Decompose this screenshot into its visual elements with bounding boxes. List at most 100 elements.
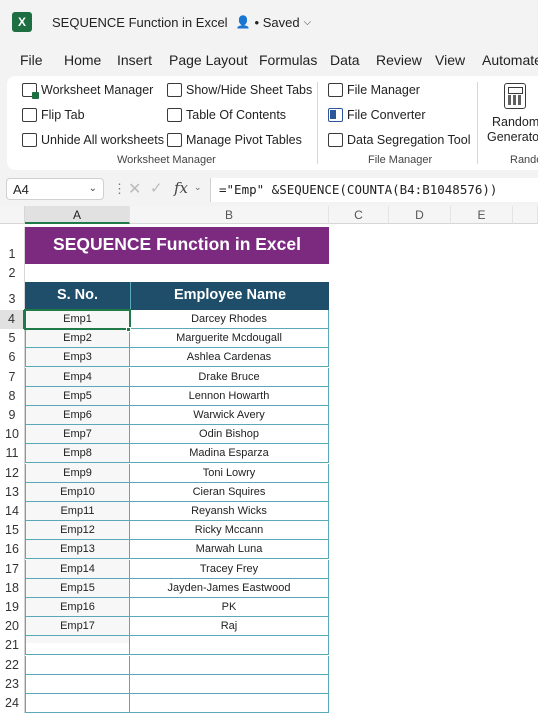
show-hide-sheet-tabs-button[interactable]: Show/Hide Sheet Tabs	[167, 83, 312, 97]
manage-pivot-tables-button[interactable]: Manage Pivot Tables	[167, 133, 302, 147]
cell-s-no[interactable]: Emp1	[24, 309, 131, 330]
flip-tab-button[interactable]: Flip Tab	[22, 108, 85, 122]
menu-review[interactable]: Review	[376, 52, 422, 68]
row-header[interactable]: 16	[0, 540, 25, 560]
cell-employee-name[interactable]: Reyansh Wicks	[130, 502, 329, 521]
select-all-corner[interactable]	[0, 206, 25, 224]
row-header[interactable]: 22	[0, 655, 25, 675]
cell-employee-name[interactable]: Marguerite Mcdougall	[130, 329, 329, 349]
cell-employee-name[interactable]: Drake Bruce	[130, 367, 329, 387]
cell-employee-name[interactable]	[130, 655, 329, 675]
menu-file[interactable]: File	[20, 52, 43, 68]
cell-s-no[interactable]: Emp9	[25, 463, 130, 483]
row-header[interactable]: 12	[0, 463, 25, 483]
row-header[interactable]: 15	[0, 521, 25, 541]
cell-employee-name[interactable]	[130, 694, 329, 713]
cell-employee-name[interactable]: Cieran Squires	[130, 482, 329, 502]
cell-s-no[interactable]: Emp7	[25, 425, 130, 445]
menu-home[interactable]: Home	[64, 52, 101, 68]
chevron-down-icon[interactable]: ⌄	[194, 182, 202, 193]
cell-employee-name[interactable]: Toni Lowry	[130, 463, 329, 483]
table-of-contents-button[interactable]: Table Of Contents	[167, 108, 286, 122]
cell-s-no[interactable]: Emp11	[25, 502, 130, 521]
cell-employee-name[interactable]: Ricky Mccann	[130, 521, 329, 541]
row-header[interactable]: 13	[0, 482, 25, 502]
cell-employee-name[interactable]: Tracey Frey	[130, 559, 329, 579]
cell-s-no[interactable]: Emp12	[25, 521, 130, 541]
row-header[interactable]: 3	[0, 282, 25, 310]
fill-handle[interactable]	[126, 327, 131, 332]
row-header[interactable]: 2	[0, 264, 25, 282]
cell-s-no[interactable]	[25, 655, 130, 675]
name-box[interactable]: A4 ⌄	[6, 178, 104, 200]
row-header[interactable]: 14	[0, 502, 25, 522]
cell-s-no[interactable]: Emp3	[25, 348, 130, 368]
chevron-down-icon[interactable]: ⌵	[304, 17, 312, 28]
sheet-title-cell[interactable]: SEQUENCE Function in Excel	[25, 227, 329, 264]
menu-data[interactable]: Data	[330, 52, 360, 68]
row-header[interactable]: 23	[0, 674, 25, 694]
row-header[interactable]: 7	[0, 367, 25, 387]
cell-employee-name[interactable]: Ashlea Cardenas	[130, 348, 329, 368]
file-manager-button[interactable]: File Manager	[328, 83, 420, 97]
row-header[interactable]: 5	[0, 329, 25, 349]
cell-employee-name[interactable]: Raj	[130, 617, 329, 637]
menu-automate[interactable]: Automate	[482, 52, 538, 68]
cell-s-no[interactable]	[25, 636, 130, 656]
menu-page-layout[interactable]: Page Layout	[169, 52, 248, 68]
file-converter-button[interactable]: File Converter	[328, 108, 426, 122]
column-header-d[interactable]: D	[389, 206, 451, 224]
save-status[interactable]: • Saved	[255, 15, 300, 30]
cell-s-no[interactable]: Emp5	[25, 386, 130, 406]
column-header-f[interactable]	[513, 206, 538, 224]
row-header[interactable]: 10	[0, 425, 25, 445]
cell-employee-name[interactable]: Lennon Howarth	[130, 386, 329, 406]
data-segregation-tool-button[interactable]: Data Segregation Tool	[328, 133, 470, 147]
worksheet-manager-button[interactable]: Worksheet Manager	[22, 83, 153, 99]
spreadsheet-grid[interactable]: A B C D E SEQUENCE Function in Excel S. …	[0, 206, 538, 720]
cell-s-no[interactable]	[25, 674, 130, 694]
row-header[interactable]: 24	[0, 694, 25, 714]
chevron-down-icon[interactable]: ⌄	[89, 183, 97, 194]
column-header-b[interactable]: B	[130, 206, 329, 224]
column-header-a[interactable]: A	[25, 206, 130, 224]
row-header[interactable]: 21	[0, 636, 25, 656]
cell-s-no[interactable]: Emp2	[25, 329, 130, 349]
cell-employee-name[interactable]: Warwick Avery	[130, 406, 329, 425]
cell-employee-name[interactable]: Jayden-James Eastwood	[130, 578, 329, 598]
cell-employee-name[interactable]: Darcey Rhodes	[130, 310, 329, 329]
cell-employee-name[interactable]: Marwah Luna	[130, 540, 329, 560]
cell-s-no[interactable]: Emp17	[25, 617, 130, 637]
more-options-icon[interactable]: ⋮	[113, 181, 126, 197]
document-title[interactable]: SEQUENCE Function in Excel	[52, 15, 228, 30]
cell-s-no[interactable]: Emp14	[25, 559, 130, 579]
row-header[interactable]: 17	[0, 559, 25, 579]
cell-s-no[interactable]: Emp16	[25, 598, 130, 617]
row-header[interactable]: 1	[0, 227, 25, 264]
row-header[interactable]: 20	[0, 617, 25, 637]
cell-employee-name[interactable]	[130, 636, 329, 656]
cancel-icon[interactable]: ✕	[128, 179, 141, 199]
formula-input[interactable]: ="Emp" &SEQUENCE(COUNTA(B4:B1048576))	[210, 178, 538, 202]
cell-s-no[interactable]: Emp15	[25, 578, 130, 598]
unhide-all-worksheets-button[interactable]: Unhide All worksheets	[22, 133, 164, 147]
cell-s-no[interactable]: Emp13	[25, 540, 130, 560]
row-header[interactable]: 19	[0, 598, 25, 618]
row-header[interactable]: 9	[0, 406, 25, 426]
insert-function-icon[interactable]: fx	[174, 179, 188, 197]
menu-formulas[interactable]: Formulas	[259, 52, 317, 68]
cell-s-no[interactable]: Emp8	[25, 444, 130, 464]
enter-check-icon[interactable]: ✓	[150, 179, 163, 197]
header-cell-employee-name[interactable]: Employee Name	[130, 282, 329, 310]
cell-s-no[interactable]: Emp6	[25, 406, 130, 425]
cell-employee-name[interactable]	[130, 674, 329, 694]
cell-employee-name[interactable]: Madina Esparza	[130, 444, 329, 464]
column-header-c[interactable]: C	[329, 206, 389, 224]
cell-s-no[interactable]: Emp4	[25, 367, 130, 387]
menu-view[interactable]: View	[435, 52, 465, 68]
cell-s-no[interactable]: Emp10	[25, 482, 130, 502]
row-header[interactable]: 8	[0, 386, 25, 406]
cell-employee-name[interactable]: Odin Bishop	[130, 425, 329, 445]
header-cell-s-no[interactable]: S. No.	[25, 282, 130, 310]
menu-insert[interactable]: Insert	[117, 52, 152, 68]
